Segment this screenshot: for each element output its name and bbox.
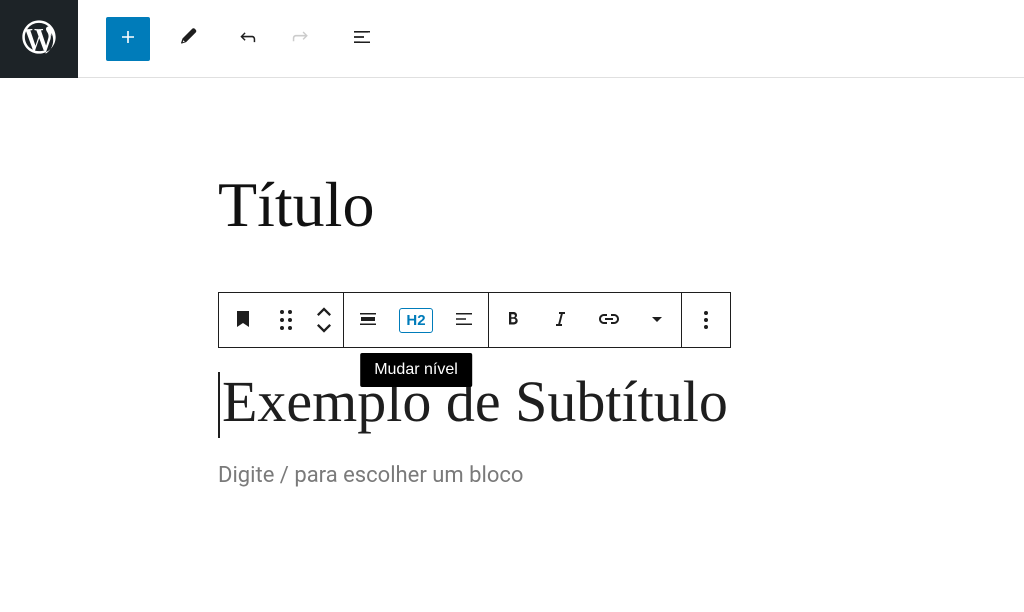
- tooltip-change-level: Mudar nível: [360, 353, 472, 387]
- more-options-button[interactable]: [682, 293, 730, 347]
- plus-icon: [116, 25, 140, 52]
- undo-button[interactable]: [226, 17, 270, 61]
- more-formatting-button[interactable]: [633, 293, 681, 347]
- italic-icon: [549, 307, 573, 334]
- editor-header: [0, 0, 1024, 78]
- undo-icon: [236, 25, 260, 52]
- wordpress-logo-box[interactable]: [0, 0, 78, 78]
- link-button[interactable]: [585, 293, 633, 347]
- bookmark-icon: [231, 307, 255, 334]
- heading-level-button[interactable]: H2 Mudar nível: [392, 293, 440, 347]
- toolbar-group-format: [489, 293, 682, 347]
- heading-block[interactable]: Exemplo de Subtítulo: [218, 368, 918, 435]
- top-toolbar: [78, 17, 382, 61]
- content-column: Título: [218, 168, 918, 488]
- bold-button[interactable]: [489, 293, 537, 347]
- chevron-down-icon: [645, 307, 669, 334]
- redo-icon: [288, 25, 312, 52]
- add-block-button[interactable]: [106, 17, 150, 61]
- editor-canvas: Título: [0, 78, 1024, 488]
- wordpress-logo-icon: [19, 17, 59, 61]
- pencil-icon: [176, 25, 200, 52]
- toolbar-group-heading: H2 Mudar nível: [344, 293, 489, 347]
- post-title[interactable]: Título: [218, 168, 918, 242]
- block-type-button[interactable]: [219, 293, 267, 347]
- edit-mode-button[interactable]: [166, 17, 210, 61]
- toolbar-group-more: [682, 293, 730, 347]
- more-vertical-icon: [704, 311, 708, 329]
- text-align-left-icon: [452, 307, 476, 334]
- up-down-icon: [317, 307, 331, 333]
- link-icon: [597, 307, 621, 334]
- document-outline-button[interactable]: [338, 17, 382, 61]
- paragraph-placeholder[interactable]: Digite / para escolher um bloco: [218, 463, 918, 488]
- drag-icon: [280, 310, 292, 330]
- text-cursor: [218, 372, 220, 438]
- block-toolbar: H2 Mudar nível: [218, 292, 731, 348]
- move-updown-button[interactable]: [305, 293, 343, 347]
- text-align-button[interactable]: [440, 293, 488, 347]
- list-view-icon: [348, 25, 372, 52]
- drag-handle[interactable]: [267, 293, 305, 347]
- redo-button: [278, 17, 322, 61]
- toolbar-group-block: [219, 293, 344, 347]
- bold-icon: [501, 307, 525, 334]
- heading-level-label: H2: [399, 308, 432, 333]
- italic-button[interactable]: [537, 293, 585, 347]
- heading-text: Exemplo de Subtítulo: [222, 369, 728, 434]
- align-button[interactable]: [344, 293, 392, 347]
- align-icon: [356, 307, 380, 334]
